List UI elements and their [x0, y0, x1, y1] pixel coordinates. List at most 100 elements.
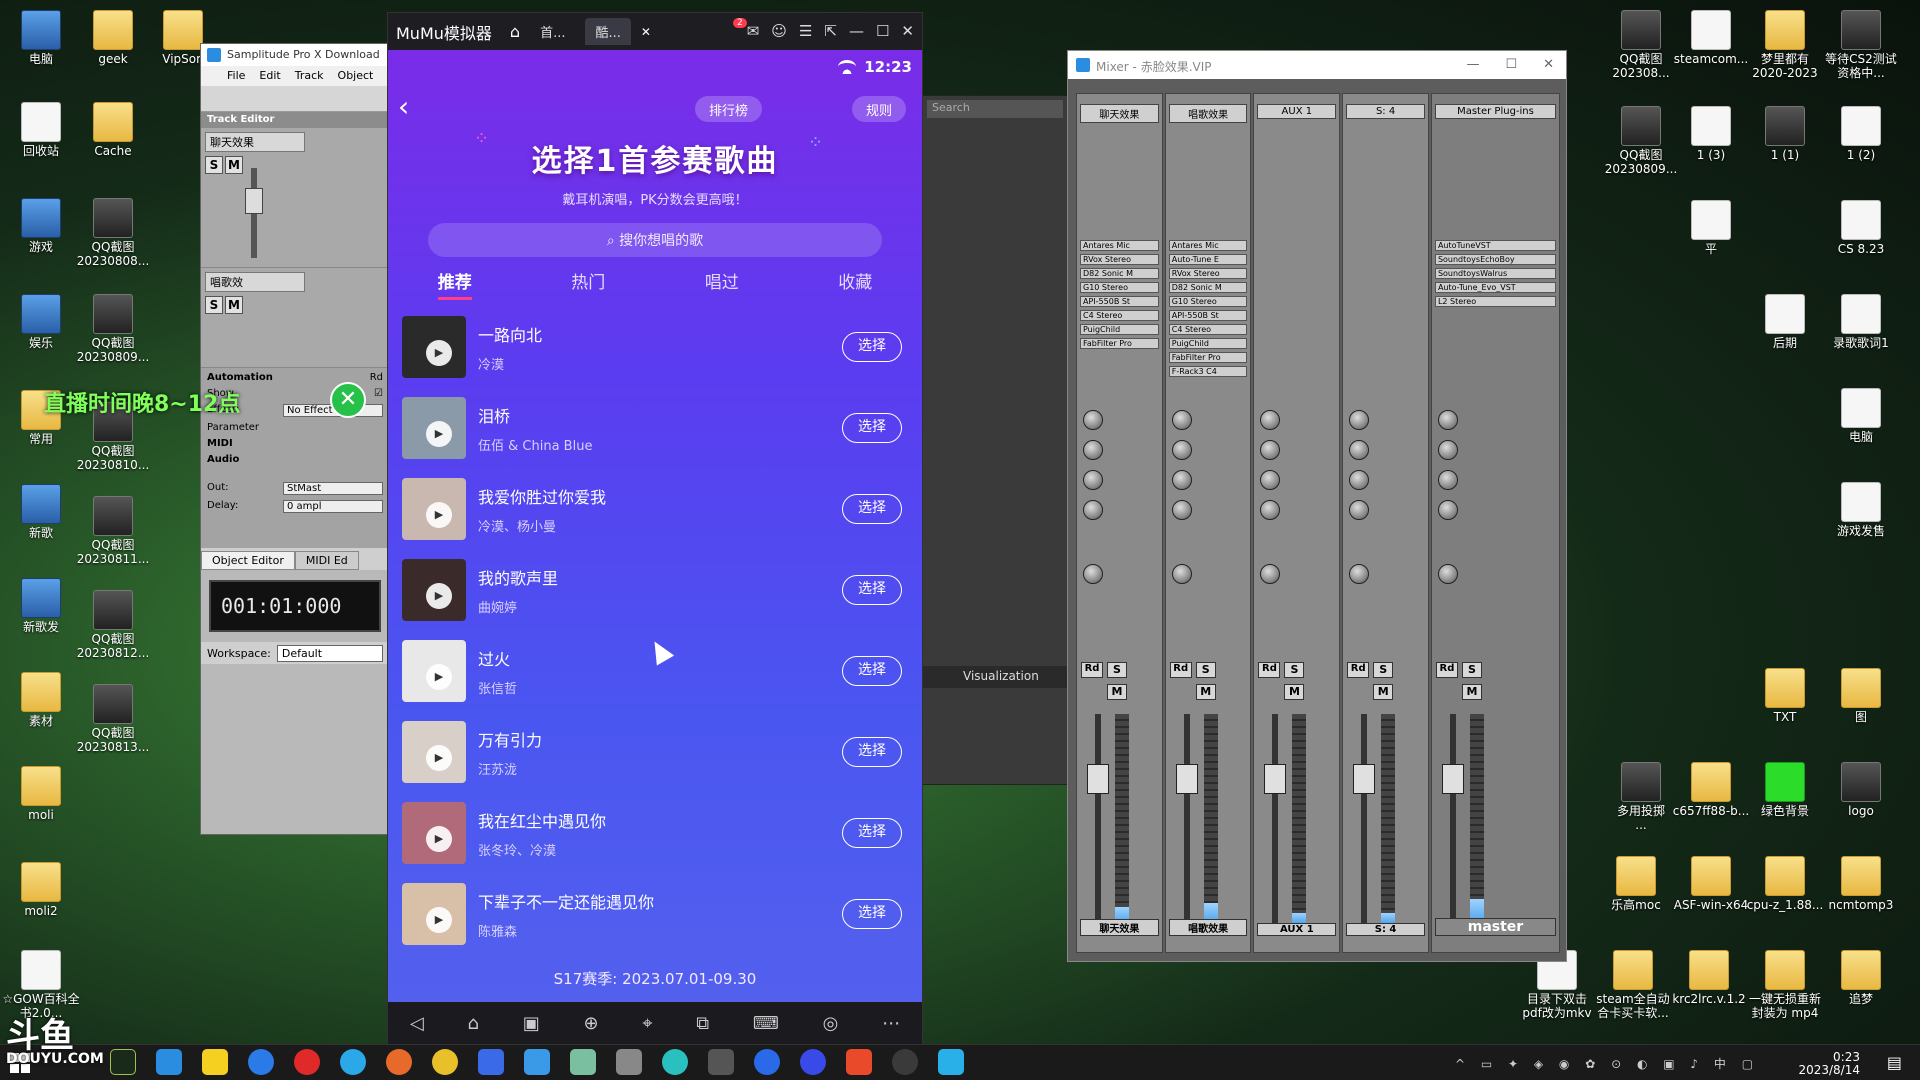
app-icon[interactable]: [662, 1049, 688, 1075]
read-button[interactable]: Rd: [1258, 662, 1281, 678]
desktop-icon-qq-screenshot[interactable]: QQ截图 20230809...: [72, 294, 154, 365]
read-button[interactable]: Rd: [1347, 662, 1370, 678]
pan-knob[interactable]: [1260, 564, 1281, 584]
song-cover[interactable]: ▶: [402, 721, 466, 783]
app-icon[interactable]: [800, 1049, 826, 1075]
desktop-icon-qq-screenshot[interactable]: QQ截图 20230812...: [72, 590, 154, 661]
track-1-name[interactable]: 聊天效果: [205, 132, 305, 152]
play-icon[interactable]: ▶: [426, 583, 452, 609]
plugin-slot[interactable]: FabFilter Pro: [1080, 338, 1159, 349]
plugin-slot[interactable]: PuigChild: [1168, 338, 1248, 349]
desktop-icon-computer-doc[interactable]: 电脑: [1820, 388, 1902, 445]
system-tray[interactable]: ^ ▭ ✦ ◈ ◉ ✿ ⊙ ◐ ▣ ♪ 中 ▢: [1455, 1055, 1759, 1072]
timecode-display[interactable]: 001:01:000: [209, 580, 381, 632]
solo-button[interactable]: S: [1195, 662, 1216, 678]
audio-section[interactable]: Audio: [207, 454, 239, 465]
menu-object[interactable]: Object: [338, 69, 374, 86]
desktop-icon-image-1-3[interactable]: 1 (3): [1670, 106, 1752, 163]
notification-icon[interactable]: ▤: [1887, 1053, 1902, 1072]
play-icon[interactable]: ▶: [426, 502, 452, 528]
song-cover[interactable]: ▶: [402, 316, 466, 378]
eq-knob[interactable]: [1083, 500, 1103, 520]
song-item[interactable]: ▶ 泪桥 伍佰 & China Blue 选择: [402, 397, 912, 459]
pan-knob[interactable]: [1083, 564, 1103, 584]
taskbar-clock[interactable]: 0:23 2023/8/14: [1798, 1051, 1860, 1077]
notes-icon[interactable]: [202, 1049, 228, 1075]
desktop-icon-steamcom[interactable]: steamcom...: [1670, 10, 1752, 67]
automation-rd-button[interactable]: Rd: [370, 372, 383, 383]
eq-knob[interactable]: [1260, 440, 1281, 460]
solo-button[interactable]: S: [1373, 662, 1394, 678]
eq-knob[interactable]: [1083, 470, 1103, 490]
calculator-icon[interactable]: [616, 1049, 642, 1075]
more-icon[interactable]: ⋯: [882, 1013, 900, 1034]
choose-song-button[interactable]: 选择: [842, 494, 902, 524]
song-item[interactable]: ▶ 我爱你胜过你爱我 冷漠、杨小曼 选择: [402, 478, 912, 540]
close-icon[interactable]: ✕: [1543, 57, 1554, 72]
mute-button[interactable]: M: [1461, 684, 1482, 700]
eq-knob[interactable]: [1437, 440, 1458, 460]
mixer-channel-strip[interactable]: AUX 1 Rd S M AUX 1: [1253, 93, 1341, 953]
minimize-icon[interactable]: —: [849, 22, 864, 40]
play-icon[interactable]: ▶: [426, 745, 452, 771]
song-cover[interactable]: ▶: [402, 478, 466, 540]
daw-search-input[interactable]: Search: [927, 100, 1063, 118]
nav-back-icon[interactable]: ◁: [410, 1013, 424, 1034]
desktop-icon-cache[interactable]: Cache: [72, 102, 154, 159]
volume-fader[interactable]: [1087, 714, 1109, 924]
input-language[interactable]: 中: [1714, 1057, 1732, 1071]
song-search-input[interactable]: ⌕ 搜你想唱的歌: [428, 223, 882, 257]
choose-song-button[interactable]: 选择: [842, 818, 902, 848]
eq-knob[interactable]: [1349, 470, 1370, 490]
plugin-slot[interactable]: L2 Stereo: [1434, 296, 1557, 307]
desktop-icon-krc2lrc[interactable]: krc2lrc.v.1.2: [1668, 950, 1750, 1007]
play-icon[interactable]: ▶: [426, 664, 452, 690]
track-2-name[interactable]: 唱歌效: [205, 272, 305, 292]
desktop-icon-qq-screenshot[interactable]: QQ截图 20230813...: [72, 684, 154, 755]
solo-button[interactable]: S: [1461, 662, 1482, 678]
pan-knob[interactable]: [1349, 564, 1370, 584]
plugin-slot[interactable]: F-Rack3 C4: [1168, 366, 1248, 377]
song-item[interactable]: ▶ 我在红尘中遇见你 张冬玲、冷漠 选择: [402, 802, 912, 864]
plugin-slot[interactable]: API-550B St: [1168, 310, 1248, 321]
track-2-solo-button[interactable]: S: [205, 296, 223, 314]
plugin-slot[interactable]: G10 Stereo: [1080, 282, 1159, 293]
keyboard-icon[interactable]: ⌨: [753, 1013, 779, 1034]
plugin-slot[interactable]: C4 Stereo: [1168, 324, 1248, 335]
song-item[interactable]: ▶ 我的歌声里 曲婉婷 选择: [402, 559, 912, 621]
desktop-icon-cs823[interactable]: CS 8.23: [1820, 200, 1902, 257]
menu-icon[interactable]: ☰: [799, 22, 812, 40]
plugin-slot[interactable]: AutoTuneVST: [1434, 240, 1557, 251]
read-button[interactable]: Rd: [1169, 662, 1192, 678]
midi-section[interactable]: MIDI: [207, 438, 233, 449]
track-2[interactable]: 唱歌效 SM: [201, 268, 389, 368]
plugin-slot[interactable]: D82 Sonic M: [1080, 268, 1159, 279]
mail-icon[interactable]: ✉: [747, 22, 760, 40]
eq-knob[interactable]: [1171, 410, 1192, 430]
plugin-slot[interactable]: Auto-Tune_Evo_VST: [1434, 282, 1557, 293]
tab-object-editor[interactable]: Object Editor: [201, 551, 295, 570]
expand-icon[interactable]: ⇱: [824, 22, 837, 40]
delay-value[interactable]: 0 ampl: [283, 500, 383, 513]
song-cover[interactable]: ▶: [402, 559, 466, 621]
tab-home[interactable]: 首...: [530, 18, 575, 45]
eq-knob[interactable]: [1171, 440, 1192, 460]
plugin-slot[interactable]: Antares Mic: [1168, 240, 1248, 251]
browser-icon[interactable]: [386, 1049, 412, 1075]
rank-button[interactable]: 排行榜: [695, 96, 763, 122]
channel-name[interactable]: AUX 1: [1257, 104, 1337, 119]
desktop-icon-image-1-2[interactable]: 1 (2): [1820, 106, 1902, 163]
eq-knob[interactable]: [1437, 470, 1458, 490]
read-button[interactable]: Rd: [1435, 662, 1458, 678]
menu-edit[interactable]: Edit: [259, 69, 280, 86]
desktop-icon-lyrics[interactable]: 录歌歌词1: [1820, 294, 1902, 351]
maximize-icon[interactable]: ☐: [876, 22, 889, 40]
channel-name[interactable]: 唱歌效果: [1168, 104, 1248, 123]
mixer-channel-strip[interactable]: S: 4 Rd S M S: 4: [1342, 93, 1429, 953]
desktop-icon-logo[interactable]: logo: [1820, 762, 1902, 819]
record-icon[interactable]: ▣: [523, 1013, 540, 1034]
maximize-icon[interactable]: ☐: [1505, 57, 1517, 72]
choose-song-button[interactable]: 选择: [842, 656, 902, 686]
plugin-slot[interactable]: SoundtoysEchoBoy: [1434, 254, 1557, 265]
gamepad-icon[interactable]: ◎: [823, 1013, 839, 1034]
